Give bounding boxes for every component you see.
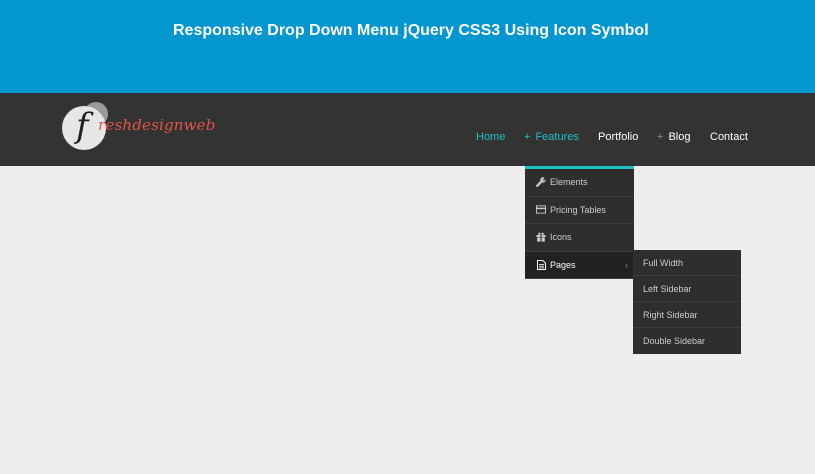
- nav-contact-label: Contact: [710, 131, 748, 143]
- logo-initial: f: [76, 106, 89, 146]
- plus-icon: +: [657, 131, 664, 143]
- nav-home-label: Home: [476, 131, 506, 143]
- submenu-item-double-sidebar[interactable]: Double Sidebar: [633, 328, 741, 354]
- nav-features-label: Features: [535, 131, 579, 143]
- dropdown-item-icons[interactable]: Icons: [525, 224, 634, 252]
- logo-text: reshdesignweb: [98, 116, 216, 134]
- plus-icon: +: [524, 131, 531, 143]
- site-logo[interactable]: f reshdesignweb: [60, 102, 215, 152]
- dropdown-item-pricing-tables[interactable]: Pricing Tables: [525, 197, 634, 224]
- dropdown-item-pages[interactable]: Pages ›: [525, 251, 634, 279]
- nav-home[interactable]: Home: [476, 131, 505, 147]
- nav-blog-label: Blog: [668, 131, 691, 143]
- chevron-right-icon: ›: [625, 259, 628, 270]
- features-dropdown: Elements Pricing Tables Icons Pages ›: [525, 166, 634, 279]
- gift-icon: [536, 232, 546, 242]
- nav-features[interactable]: + Features: [524, 131, 579, 147]
- credit-card-icon: [536, 205, 546, 215]
- dropdown-item-label: Elements: [550, 177, 588, 188]
- banner-title: Responsive Drop Down Menu jQuery CSS3 Us…: [173, 22, 649, 39]
- dropdown-item-label: Pricing Tables: [550, 204, 606, 215]
- nav-portfolio-label: Portfolio: [598, 131, 639, 143]
- submenu-item-full-width[interactable]: Full Width: [633, 250, 741, 276]
- nav-blog[interactable]: + Blog: [657, 131, 690, 147]
- submenu-item-left-sidebar[interactable]: Left Sidebar: [633, 276, 741, 302]
- nav-contact[interactable]: Contact: [710, 131, 748, 147]
- dropdown-item-elements[interactable]: Elements: [525, 169, 634, 197]
- dropdown-item-label: Icons: [550, 232, 572, 243]
- banner: Responsive Drop Down Menu jQuery CSS3 Us…: [0, 0, 815, 93]
- nav-portfolio[interactable]: Portfolio: [598, 131, 638, 147]
- dropdown-item-label: Pages: [550, 259, 576, 270]
- wrench-icon: [536, 177, 546, 188]
- submenu-item-right-sidebar[interactable]: Right Sidebar: [633, 302, 741, 328]
- document-icon: [536, 259, 546, 270]
- pages-submenu: Full Width Left Sidebar Right Sidebar Do…: [633, 250, 741, 354]
